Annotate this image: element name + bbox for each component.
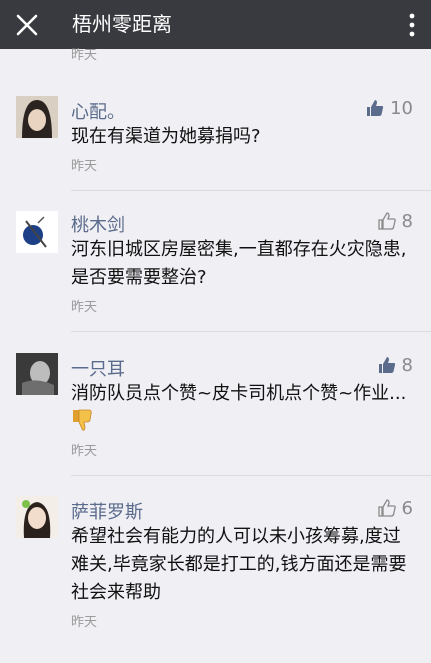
avatar[interactable]: [16, 96, 58, 138]
comment-text: 希望社会有能力的人可以未小孩筹募,度过难关,毕竟家长都是打工的,钱方面还是需要社…: [71, 526, 407, 603]
commenter-name[interactable]: 心配。: [71, 98, 125, 124]
comment-time: 昨天: [71, 159, 98, 174]
avatar[interactable]: [16, 211, 58, 253]
comment-text: 河东旧城区房屋密集,一直都存在火灾隐患,是否要需要整治?: [71, 239, 407, 288]
like-button[interactable]: 6: [377, 498, 413, 519]
like-count: 8: [401, 355, 413, 376]
thumbs-up-icon: [367, 100, 384, 116]
avatar[interactable]: [16, 496, 58, 538]
commenter-name[interactable]: 萨菲罗斯: [71, 498, 143, 524]
commenter-name[interactable]: 桃木剑: [71, 211, 125, 237]
like-count: 6: [401, 498, 413, 519]
divider: [71, 331, 431, 332]
previous-comment-time: 昨天: [71, 48, 98, 63]
divider: [71, 475, 431, 476]
like-button[interactable]: 8: [377, 211, 413, 232]
comment-text: 现在有渠道为她募捐吗?: [71, 126, 261, 147]
thumbs-up-icon: [378, 357, 395, 373]
top-bar: 梧州零距离: [0, 0, 431, 49]
comment-text-wrapper: 消防队员点个赞~皮卡司机点个赞~作业...: [71, 380, 411, 437]
like-button[interactable]: 10: [366, 98, 413, 119]
like-button[interactable]: 8: [378, 355, 413, 376]
commenter-name[interactable]: 一只耳: [71, 355, 125, 381]
more-icon[interactable]: [409, 13, 415, 37]
comment-time: 昨天: [71, 300, 98, 315]
like-count: 10: [390, 98, 413, 119]
thumbs-up-icon: [377, 499, 396, 517]
divider: [71, 190, 431, 191]
comment-time: 昨天: [71, 444, 98, 459]
page-title: 梧州零距离: [72, 12, 172, 36]
thumbs-up-icon: [377, 212, 396, 230]
comment-text: 消防队员点个赞~皮卡司机点个赞~作业...: [71, 383, 407, 404]
like-count: 8: [401, 211, 413, 232]
comment-time: 昨天: [71, 615, 98, 630]
close-icon[interactable]: [14, 12, 40, 38]
thumbs-down-emoji-icon: [73, 409, 92, 431]
avatar[interactable]: [16, 353, 58, 395]
